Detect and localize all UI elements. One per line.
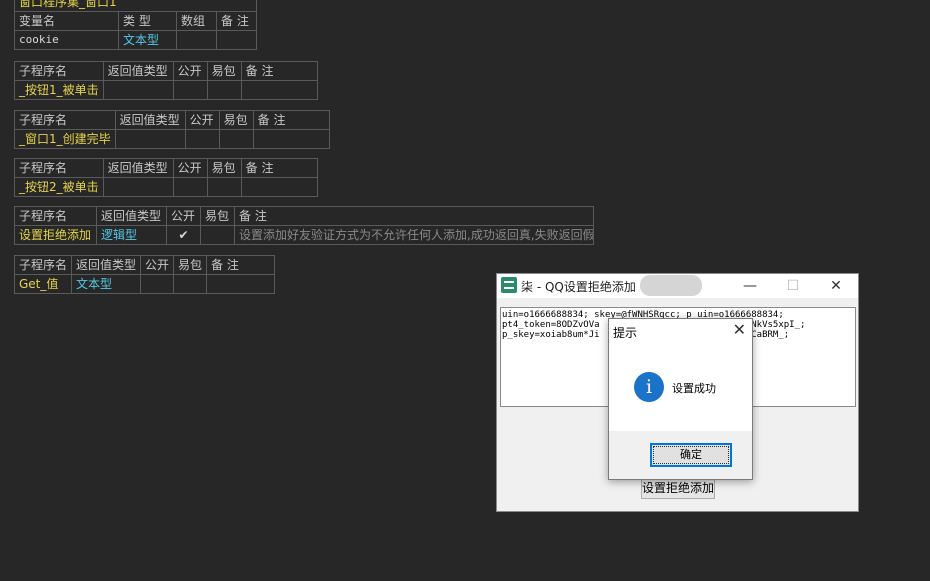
col-header: 备 注 [234,206,594,226]
redacted-blur [640,275,702,296]
sub-package[interactable] [173,274,208,294]
var-array[interactable] [176,30,217,50]
sub-note[interactable] [252,129,330,149]
sub-package[interactable] [200,225,235,245]
sub-name[interactable]: _窗口1_创建完毕 [14,129,116,149]
sub-name[interactable]: Get_值 [13,274,73,294]
col-header: 备 注 [240,61,318,81]
sub-public[interactable] [140,274,175,294]
col-header: 备 注 [252,110,330,130]
message-text: 设置成功 [672,382,716,395]
col-header: 子程序名 [14,206,97,226]
col-header: 公开 [140,255,175,275]
message-box-footer: 确定 [609,431,752,479]
sub-package[interactable] [206,177,242,197]
col-header: 易包 [173,255,208,275]
message-box-close-icon[interactable]: ✕ [733,320,746,339]
window-vars-table: 窗口程序集_窗口1 变量名 类 型 数组 备 注 cookie 文本型 [14,0,257,50]
sub-name[interactable]: 设置拒绝添加 [14,225,97,245]
sub-package[interactable] [206,80,242,100]
col-header: 公开 [184,110,220,130]
app-logo-icon [501,277,517,293]
col-header: 公开 [172,61,208,81]
col-header: 变量名 [14,11,119,31]
close-button[interactable]: ✕ [816,274,856,298]
sub-return-type[interactable] [114,129,186,149]
sub-table-get-value: 子程序名 返回值类型 公开 易包 备 注 Get_值 文本型 [13,255,276,294]
sub-table-button2-click: 子程序名 返回值类型 公开 易包 备 注 _按钮2_被单击 [14,158,318,197]
sub-public[interactable] [172,80,208,100]
sub-name[interactable]: _按钮2_被单击 [14,177,104,197]
col-header: 易包 [206,61,242,81]
sub-table-button1-click: 子程序名 返回值类型 公开 易包 备 注 _按钮1_被单击 [14,61,318,100]
sub-public[interactable] [184,129,220,149]
sub-return-type[interactable]: 逻辑型 [96,225,167,245]
sub-return-type[interactable]: 文本型 [71,274,142,294]
assembly-name: 窗口程序集_窗口1 [14,0,257,12]
col-header: 备 注 [216,11,257,31]
sub-note[interactable] [206,274,276,294]
sub-table-window1-created: 子程序名 返回值类型 公开 易包 备 注 _窗口1_创建完毕 [14,110,330,149]
col-header: 子程序名 [13,255,73,275]
col-header: 返回值类型 [102,61,174,81]
col-header: 子程序名 [14,61,104,81]
col-header: 返回值类型 [114,110,186,130]
col-header: 类 型 [118,11,177,31]
sub-public-check[interactable]: ✔ [166,225,201,245]
var-type[interactable]: 文本型 [118,30,177,50]
sub-name[interactable]: _按钮1_被单击 [14,80,104,100]
col-header: 易包 [218,110,254,130]
col-header: 返回值类型 [102,158,174,178]
col-header: 易包 [200,206,235,226]
message-box-title: 提示 [613,326,638,340]
sub-note[interactable]: 设置添加好友验证方式为不允许任何人添加,成功返回真,失败返回假 [234,225,594,245]
col-header: 数组 [176,11,217,31]
col-header: 公开 [172,158,208,178]
col-header: 备 注 [240,158,318,178]
var-note[interactable] [216,30,257,50]
col-header: 返回值类型 [96,206,167,226]
app-window-title: 柒 - QQ设置拒绝添加 [521,280,636,294]
var-name[interactable]: cookie [14,30,119,50]
sub-note[interactable] [240,177,318,197]
message-box: 提示 ✕ i 设置成功 确定 [608,318,753,480]
col-header: 子程序名 [14,158,104,178]
set-reject-add-button[interactable]: 设置拒绝添加 [641,478,715,499]
maximize-button[interactable]: ☐ [773,274,813,298]
col-header: 公开 [166,206,201,226]
app-titlebar[interactable]: 柒 - QQ设置拒绝添加 — ☐ ✕ [497,274,858,298]
sub-note[interactable] [240,80,318,100]
sub-table-set-reject-add: 子程序名 返回值类型 公开 易包 备 注 设置拒绝添加 逻辑型 ✔ 设置添加好友… [14,206,594,245]
col-header: 返回值类型 [71,255,142,275]
info-icon: i [634,372,664,402]
col-header: 子程序名 [14,110,116,130]
ok-button[interactable]: 确定 [650,443,732,467]
sub-return-type[interactable] [102,80,174,100]
col-header: 备 注 [206,255,276,275]
sub-package[interactable] [218,129,254,149]
minimize-button[interactable]: — [730,274,770,298]
sub-return-type[interactable] [102,177,174,197]
col-header: 易包 [206,158,242,178]
sub-public[interactable] [172,177,208,197]
